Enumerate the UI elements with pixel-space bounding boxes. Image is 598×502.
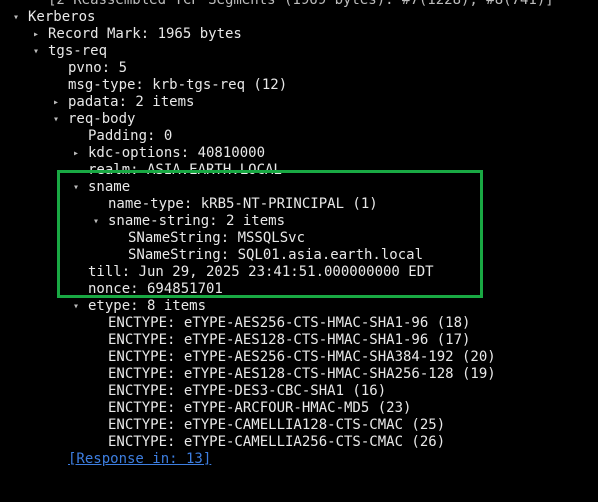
- triangle-down-icon[interactable]: ▾: [10, 9, 22, 26]
- tgs-req-row[interactable]: ▾ tgs-req: [0, 43, 598, 60]
- nonce-row[interactable]: nonce: 694851701: [0, 281, 598, 298]
- triangle-right-icon[interactable]: ▸: [30, 26, 42, 43]
- padata-row[interactable]: ▸ padata: 2 items: [0, 94, 598, 111]
- row-label: [2 Reassembled TCP Segments (1969 bytes)…: [48, 0, 554, 8]
- triangle-down-icon[interactable]: ▾: [70, 298, 82, 315]
- row-label: till: Jun 29, 2025 23:41:51.000000000 ED…: [88, 264, 434, 280]
- realm-row[interactable]: realm: ASIA.EARTH.LOCAL: [0, 162, 598, 179]
- row-label: padata: 2 items: [68, 94, 195, 110]
- till-row[interactable]: till: Jun 29, 2025 23:41:51.000000000 ED…: [0, 264, 598, 281]
- enctype-row[interactable]: ENCTYPE: eTYPE-AES128-CTS-HMAC-SHA256-12…: [0, 366, 598, 383]
- triangle-down-icon[interactable]: ▾: [50, 111, 62, 128]
- record-mark-row[interactable]: ▸ Record Mark: 1965 bytes: [0, 26, 598, 43]
- row-label: ENCTYPE: eTYPE-AES128-CTS-HMAC-SHA256-12…: [108, 366, 496, 382]
- etype-row[interactable]: ▾ etype: 8 items: [0, 298, 598, 315]
- row-label: pvno: 5: [68, 60, 128, 76]
- triangle-down-icon[interactable]: ▾: [70, 179, 82, 196]
- row-label: ENCTYPE: eTYPE-DES3-CBC-SHA1 (16): [108, 383, 387, 399]
- row-label: SNameString: SQL01.asia.earth.local: [128, 247, 424, 263]
- response-in-link[interactable]: [Response in: 13]: [0, 451, 598, 468]
- row-label: sname: [88, 179, 131, 195]
- triangle-down-icon[interactable]: ▾: [90, 213, 102, 230]
- enctype-row[interactable]: ENCTYPE: eTYPE-CAMELLIA256-CTS-CMAC (26): [0, 434, 598, 451]
- row-label: ENCTYPE: eTYPE-AES256-CTS-HMAC-SHA1-96 (…: [108, 315, 471, 331]
- sname-string-row[interactable]: ▾ sname-string: 2 items: [0, 213, 598, 230]
- row-label: etype: 8 items: [88, 298, 207, 314]
- kdc-options-row[interactable]: ▸ kdc-options: 40810000: [0, 145, 598, 162]
- row-label: realm: ASIA.EARTH.LOCAL: [88, 162, 282, 178]
- sname-string-item-row[interactable]: SNameString: SQL01.asia.earth.local: [0, 247, 598, 264]
- enctype-row[interactable]: ENCTYPE: eTYPE-AES128-CTS-HMAC-SHA1-96 (…: [0, 332, 598, 349]
- triangle-down-icon[interactable]: ▾: [30, 43, 42, 60]
- row-label: req-body: [68, 111, 136, 127]
- enctype-row[interactable]: ENCTYPE: eTYPE-AES256-CTS-HMAC-SHA384-19…: [0, 349, 598, 366]
- padding-row[interactable]: Padding: 0: [0, 128, 598, 145]
- row-label: Padding: 0: [88, 128, 173, 144]
- enctype-row[interactable]: ENCTYPE: eTYPE-ARCFOUR-HMAC-MD5 (23): [0, 400, 598, 417]
- row-label: ENCTYPE: eTYPE-ARCFOUR-HMAC-MD5 (23): [108, 400, 412, 416]
- enctype-row[interactable]: ENCTYPE: eTYPE-CAMELLIA128-CTS-CMAC (25): [0, 417, 598, 434]
- row-label: ENCTYPE: eTYPE-CAMELLIA128-CTS-CMAC (25): [108, 417, 446, 433]
- packet-details-tree: [2 Reassembled TCP Segments (1969 bytes)…: [0, 0, 598, 468]
- row-label: Record Mark: 1965 bytes: [48, 26, 242, 42]
- row-label: ENCTYPE: eTYPE-AES256-CTS-HMAC-SHA384-19…: [108, 349, 496, 365]
- reassembled-segments-row[interactable]: [2 Reassembled TCP Segments (1969 bytes)…: [0, 0, 598, 9]
- msg-type-row[interactable]: msg-type: krb-tgs-req (12): [0, 77, 598, 94]
- row-label: tgs-req: [48, 43, 108, 59]
- name-type-row[interactable]: name-type: kRB5-NT-PRINCIPAL (1): [0, 196, 598, 213]
- enctype-row[interactable]: ENCTYPE: eTYPE-DES3-CBC-SHA1 (16): [0, 383, 598, 400]
- req-body-row[interactable]: ▾ req-body: [0, 111, 598, 128]
- row-label: msg-type: krb-tgs-req (12): [68, 77, 288, 93]
- row-label: kdc-options: 40810000: [88, 145, 266, 161]
- row-label: SNameString: MSSQLSvc: [128, 230, 306, 246]
- response-link-label[interactable]: [Response in: 13]: [68, 451, 211, 468]
- enctype-row[interactable]: ENCTYPE: eTYPE-AES256-CTS-HMAC-SHA1-96 (…: [0, 315, 598, 332]
- pvno-row[interactable]: pvno: 5: [0, 60, 598, 77]
- sname-string-item-row[interactable]: SNameString: MSSQLSvc: [0, 230, 598, 247]
- row-label: Kerberos: [28, 9, 96, 25]
- sname-row[interactable]: ▾ sname: [0, 179, 598, 196]
- kerberos-row[interactable]: ▾ Kerberos: [0, 9, 598, 26]
- triangle-right-icon[interactable]: ▸: [70, 145, 82, 162]
- row-label: ENCTYPE: eTYPE-AES128-CTS-HMAC-SHA1-96 (…: [108, 332, 471, 348]
- row-label: name-type: kRB5-NT-PRINCIPAL (1): [108, 196, 378, 212]
- row-label: ENCTYPE: eTYPE-CAMELLIA256-CTS-CMAC (26): [108, 434, 446, 450]
- row-label: nonce: 694851701: [88, 281, 223, 297]
- row-label: sname-string: 2 items: [108, 213, 286, 229]
- triangle-right-icon[interactable]: ▸: [50, 94, 62, 111]
